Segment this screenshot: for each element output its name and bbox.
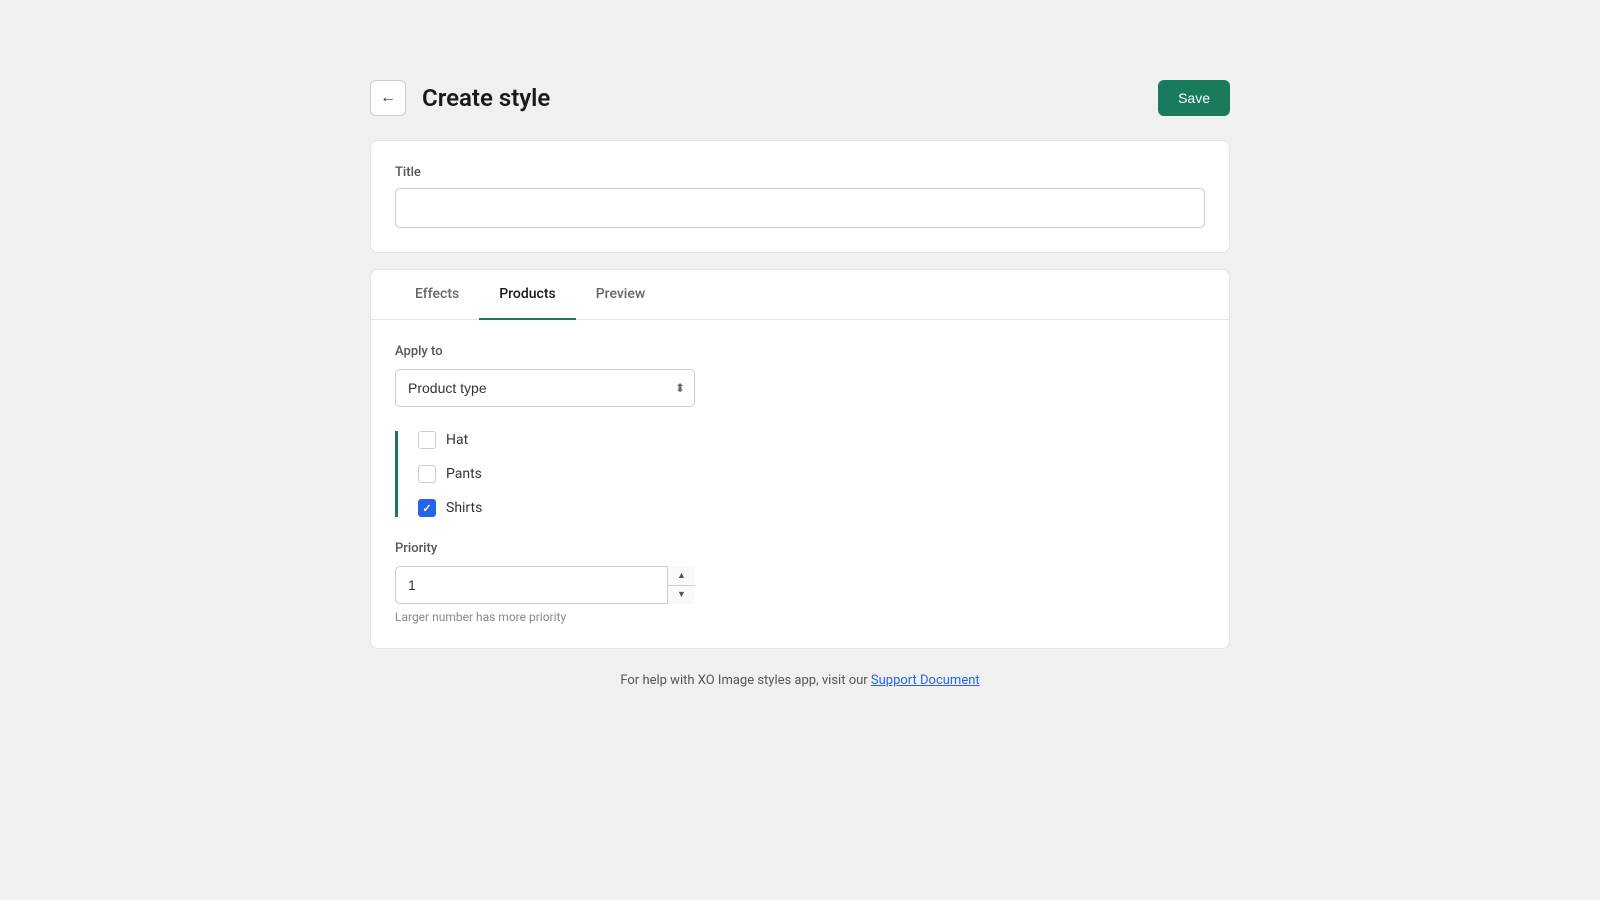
- priority-hint: Larger number has more priority: [395, 610, 1205, 624]
- apply-to-section: Apply to Product type All products Speci…: [395, 344, 1205, 407]
- priority-input[interactable]: [395, 566, 695, 604]
- support-document-link[interactable]: Support Document: [871, 673, 980, 688]
- tabs-nav: Effects Products Preview: [371, 270, 1229, 320]
- checkbox-item-shirts[interactable]: Shirts: [418, 499, 1205, 517]
- apply-to-label: Apply to: [395, 344, 1205, 359]
- page-container: ← Create style Save Title Effects Produc…: [370, 80, 1230, 820]
- spinner-down-button[interactable]: ▼: [668, 586, 695, 605]
- tab-products[interactable]: Products: [479, 270, 576, 320]
- priority-spinners: ▲ ▼: [667, 566, 695, 604]
- tab-preview[interactable]: Preview: [576, 270, 666, 320]
- checkbox-pants-label: Pants: [446, 466, 482, 482]
- product-type-select[interactable]: Product type All products Specific produ…: [395, 369, 695, 407]
- priority-input-wrapper: ▲ ▼: [395, 566, 695, 604]
- tabs-card: Effects Products Preview Apply to Produc…: [370, 269, 1230, 649]
- title-label: Title: [395, 165, 1205, 180]
- tab-content: Apply to Product type All products Speci…: [371, 320, 1229, 648]
- checkbox-hat[interactable]: [418, 431, 436, 449]
- checkbox-item-pants[interactable]: Pants: [418, 465, 1205, 483]
- header: ← Create style Save: [370, 80, 1230, 116]
- page-title: Create style: [422, 84, 550, 112]
- title-input[interactable]: [395, 188, 1205, 228]
- back-icon: ←: [380, 89, 396, 107]
- priority-section: Priority ▲ ▼ Larger number has more prio…: [395, 541, 1205, 624]
- checkbox-list: Hat Pants Shirts: [395, 431, 1205, 517]
- product-type-select-wrapper: Product type All products Specific produ…: [395, 369, 695, 407]
- save-button[interactable]: Save: [1158, 80, 1230, 116]
- header-left: ← Create style: [370, 80, 550, 116]
- priority-label: Priority: [395, 541, 1205, 556]
- footer-text: For help with XO Image styles app, visit…: [370, 673, 1230, 688]
- checkbox-hat-label: Hat: [446, 432, 468, 448]
- back-button[interactable]: ←: [370, 80, 406, 116]
- checkbox-pants[interactable]: [418, 465, 436, 483]
- checkbox-item-hat[interactable]: Hat: [418, 431, 1205, 449]
- spinner-up-button[interactable]: ▲: [668, 566, 695, 586]
- footer-description: For help with XO Image styles app, visit…: [620, 673, 871, 688]
- tab-effects[interactable]: Effects: [395, 270, 479, 320]
- title-card: Title: [370, 140, 1230, 253]
- checkbox-shirts-label: Shirts: [446, 500, 482, 516]
- checkbox-shirts[interactable]: [418, 499, 436, 517]
